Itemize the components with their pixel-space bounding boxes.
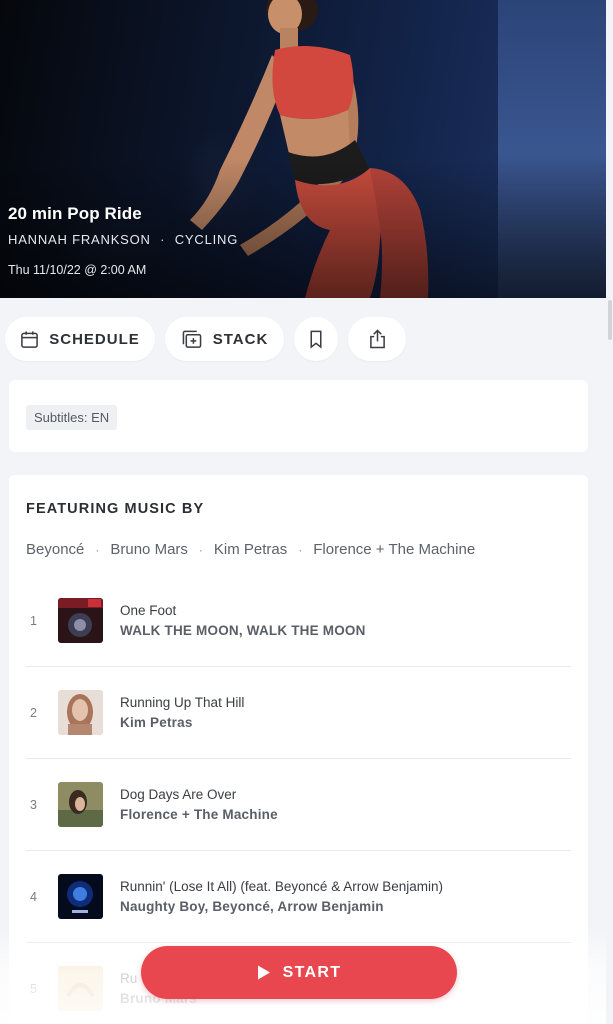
featured-artist: Kim Petras [213,541,288,558]
page-scrollbar[interactable] [606,0,613,1024]
instructor-name[interactable]: HANNAH FRANKSON [8,232,151,247]
featured-artists: Beyoncé · Bruno Mars · Kim Petras · Flor… [26,541,475,558]
music-card: FEATURING MUSIC BY Beyoncé · Bruno Mars … [9,475,588,1024]
bookmark-button[interactable] [294,317,338,361]
class-hero-image: 20 min Pop Ride HANNAH FRANKSON · CYCLIN… [0,0,606,298]
track-number: 3 [30,798,37,812]
schedule-button[interactable]: SCHEDULE [5,317,155,361]
album-art [58,598,103,643]
track-artist: Kim Petras [120,715,193,730]
stack-label: STACK [212,330,269,348]
track-artist: WALK THE MOON, WALK THE MOON [120,623,366,638]
track-row[interactable]: 1 One Foot WALK THE MOON, WALK THE MOON [9,575,588,667]
artist-separator: · [95,542,100,557]
schedule-label: SCHEDULE [49,330,140,348]
bookmark-icon [310,330,322,349]
hero-gradient-overlay [0,158,606,298]
track-row[interactable]: 4 Runnin' (Lose It All) (feat. Beyoncé &… [9,851,588,943]
featured-artist: Florence + The Machine [313,541,476,558]
stack-button[interactable]: STACK [165,317,284,361]
track-row[interactable]: 3 Dog Days Are Over Florence + The Machi… [9,759,588,851]
album-art [58,966,103,1011]
stack-add-icon [182,330,202,348]
scrollbar-thumb[interactable] [608,300,612,340]
music-heading: FEATURING MUSIC BY [26,501,205,517]
class-title: 20 min Pop Ride [8,204,142,223]
track-number: 4 [30,890,37,904]
track-number: 1 [30,614,37,628]
track-title: Runnin' (Lose It All) (feat. Beyoncé & A… [120,879,443,894]
artist-separator: · [298,542,303,557]
share-icon [369,329,385,349]
share-button[interactable] [348,317,406,361]
featured-artist: Bruno Mars [110,541,188,558]
start-button[interactable]: START [141,946,457,999]
featured-artist: Beyoncé [26,541,85,558]
track-title: Dog Days Are Over [120,787,237,802]
track-number: 5 [30,982,37,996]
class-datetime: Thu 11/10/22 @ 2:00 AM [8,263,147,277]
subtitles-badge: Subtitles: EN [26,405,118,430]
track-title: Running Up That Hill [120,695,245,710]
track-title: One Foot [120,603,177,618]
subtitles-card: Subtitles: EN [9,380,588,452]
calendar-icon [21,330,39,348]
artist-separator: · [198,542,203,557]
album-art [58,690,103,735]
meta-separator: · [160,232,166,247]
start-label: START [282,963,342,981]
track-artist: Florence + The Machine [120,807,278,822]
track-number: 2 [30,706,37,720]
track-row[interactable]: 2 Running Up That Hill Kim Petras [9,667,588,759]
album-art [58,782,103,827]
track-title: Ru [120,971,138,986]
class-category: CYCLING [174,232,239,247]
play-icon [257,965,270,980]
class-meta: HANNAH FRANKSON · CYCLING [8,232,238,247]
album-art [58,874,103,919]
track-artist: Naughty Boy, Beyoncé, Arrow Benjamin [120,899,384,914]
